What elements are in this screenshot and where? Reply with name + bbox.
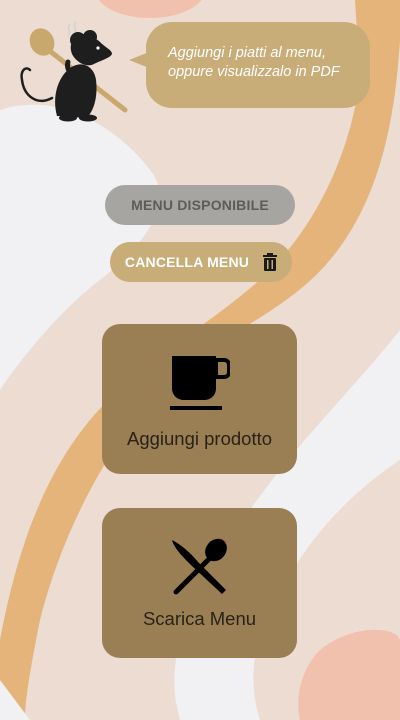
menu-available-label: MENU DISPONIBILE [131, 197, 269, 213]
delete-menu-label: CANCELLA MENU [124, 254, 250, 270]
speech-bubble: Aggiungi i piatti al menu, oppure visual… [146, 22, 370, 108]
bubble-line-1: Aggiungi i piatti al menu, [168, 45, 326, 61]
coffee-cup-icon [169, 356, 230, 410]
chef-rat-with-spoon-icon [20, 21, 128, 122]
download-menu-label: Scarica Menu [142, 608, 257, 629]
menu-available-button[interactable]: MENU DISPONIBILE [105, 185, 295, 225]
delete-menu-button[interactable]: CANCELLA MENU [110, 242, 292, 282]
bubble-line-2: oppure visualizzalo in PDF [168, 64, 340, 80]
crossed-fork-spoon-icon [171, 538, 227, 595]
add-product-label: Aggiungi prodotto [126, 428, 273, 449]
add-product-card[interactable]: Aggiungi prodotto [102, 324, 297, 474]
trash-icon [263, 253, 278, 271]
download-menu-card[interactable]: Scarica Menu [102, 508, 297, 658]
